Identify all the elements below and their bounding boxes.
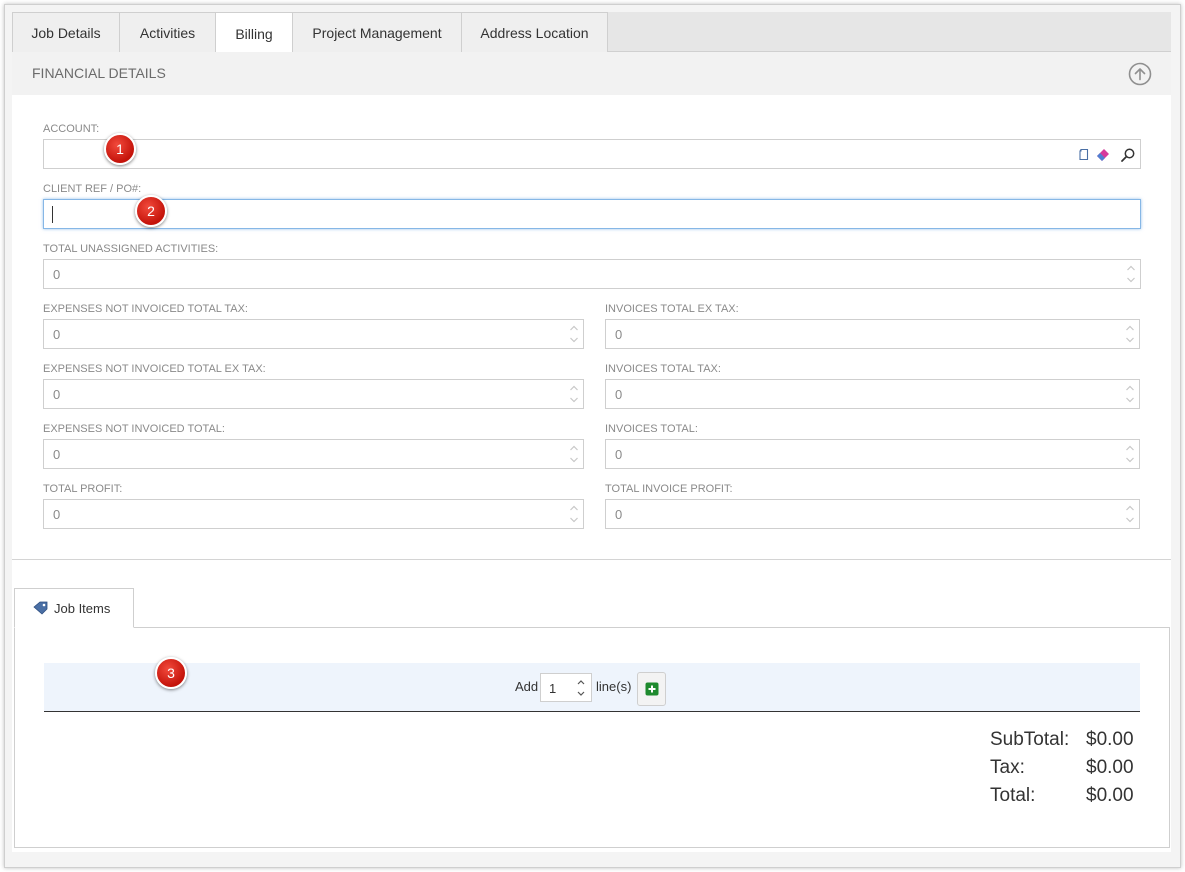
spinner-icon [1126, 505, 1134, 523]
invoices-total-ex-tax-label: INVOICES TOTAL EX TAX: [605, 303, 739, 315]
total-invoice-profit-field: 0 [605, 499, 1140, 529]
invoices-total-tax-field: 0 [605, 379, 1140, 409]
section-title: FINANCIAL DETAILS [32, 65, 166, 81]
quantity-value: 1 [549, 681, 557, 696]
tab-label: Address Location [480, 25, 589, 41]
spinner-icon [570, 505, 578, 523]
spinner-icon[interactable] [576, 677, 586, 699]
add-lines-quantity-stepper[interactable]: 1 [540, 673, 592, 702]
collapse-up-icon[interactable] [1128, 62, 1152, 86]
add-lines-bar [44, 663, 1140, 712]
invoices-total-tax-label: INVOICES TOTAL TAX: [605, 363, 721, 375]
total-value: $0.00 [1086, 785, 1134, 806]
tab-label: Billing [235, 25, 273, 42]
tax-label: Tax: [990, 757, 1025, 778]
annotation-badge: 1 [104, 133, 136, 165]
add-label: Add [515, 679, 539, 694]
spinner-icon [1127, 265, 1135, 283]
tab-label: Activities [139, 25, 196, 41]
copy-icon[interactable] [1078, 148, 1090, 162]
job-items-tab-label: Job Items [54, 600, 111, 616]
annotation-badge: 2 [135, 195, 167, 227]
tag-icon [33, 601, 48, 615]
spinner-icon [570, 325, 578, 343]
account-field[interactable] [43, 139, 1141, 169]
tab-address-location[interactable]: Address Location [461, 12, 608, 53]
search-icon[interactable] [1120, 147, 1136, 163]
plus-icon [645, 682, 658, 696]
spinner-icon [1126, 325, 1134, 343]
annotation-badge: 3 [155, 657, 187, 689]
tab-billing[interactable]: Billing [215, 12, 293, 54]
subtotal-label: SubTotal: [990, 729, 1070, 750]
field-value: 0 [615, 507, 623, 522]
add-lines-button[interactable] [637, 672, 666, 706]
client-ref-input[interactable] [43, 199, 1141, 229]
client-ref-label: CLIENT REF / PO#: [43, 183, 142, 195]
text-caret [52, 206, 53, 223]
tab-activities[interactable]: Activities [119, 12, 216, 53]
total-profit-field: 0 [43, 499, 584, 529]
total-label: Total: [990, 785, 1036, 806]
field-value: 0 [53, 507, 61, 522]
total-invoice-profit-label: TOTAL INVOICE PROFIT: [605, 483, 733, 495]
panel-header: FINANCIAL DETAILS [12, 52, 1171, 95]
spinner-icon [1126, 445, 1134, 463]
expenses-not-invoiced-total-field: 0 [43, 439, 584, 469]
spinner-icon [1126, 385, 1134, 403]
expenses-not-invoiced-total-ex-tax-field: 0 [43, 379, 584, 409]
field-value: 0 [53, 327, 61, 342]
invoices-total-ex-tax-field: 0 [605, 319, 1140, 349]
field-value: 0 [615, 327, 623, 342]
expenses-not-invoiced-total-tax-label: EXPENSES NOT INVOICED TOTAL TAX: [43, 303, 248, 315]
tab-label: Project Management [312, 25, 442, 41]
total-unassigned-label: TOTAL UNASSIGNED ACTIVITIES: [43, 243, 219, 255]
tab-job-details[interactable]: Job Details [12, 12, 120, 53]
field-value: 0 [53, 447, 61, 462]
field-value: 0 [615, 447, 623, 462]
field-value: 0 [53, 387, 61, 402]
total-unassigned-field: 0 [43, 259, 1141, 289]
spinner-icon [570, 385, 578, 403]
eraser-icon[interactable] [1096, 148, 1114, 162]
tax-value: $0.00 [1086, 757, 1134, 778]
expenses-not-invoiced-total-ex-tax-label: EXPENSES NOT INVOICED TOTAL EX TAX: [43, 363, 266, 375]
field-value: 0 [615, 387, 623, 402]
expenses-not-invoiced-total-label: EXPENSES NOT INVOICED TOTAL: [43, 423, 225, 435]
lines-label: line(s) [596, 679, 632, 694]
subtotal-value: $0.00 [1086, 729, 1134, 750]
total-profit-label: TOTAL PROFIT: [43, 483, 123, 495]
tab-job-items[interactable]: Job Items [14, 588, 134, 628]
expenses-not-invoiced-total-tax-field: 0 [43, 319, 584, 349]
invoices-total-field: 0 [605, 439, 1140, 469]
total-unassigned-value: 0 [53, 267, 61, 282]
tab-label: Job Details [31, 25, 101, 41]
tab-project-management[interactable]: Project Management [292, 12, 462, 53]
invoices-total-label: INVOICES TOTAL: [605, 423, 698, 435]
account-label: ACCOUNT: [43, 123, 100, 135]
spinner-icon [570, 445, 578, 463]
